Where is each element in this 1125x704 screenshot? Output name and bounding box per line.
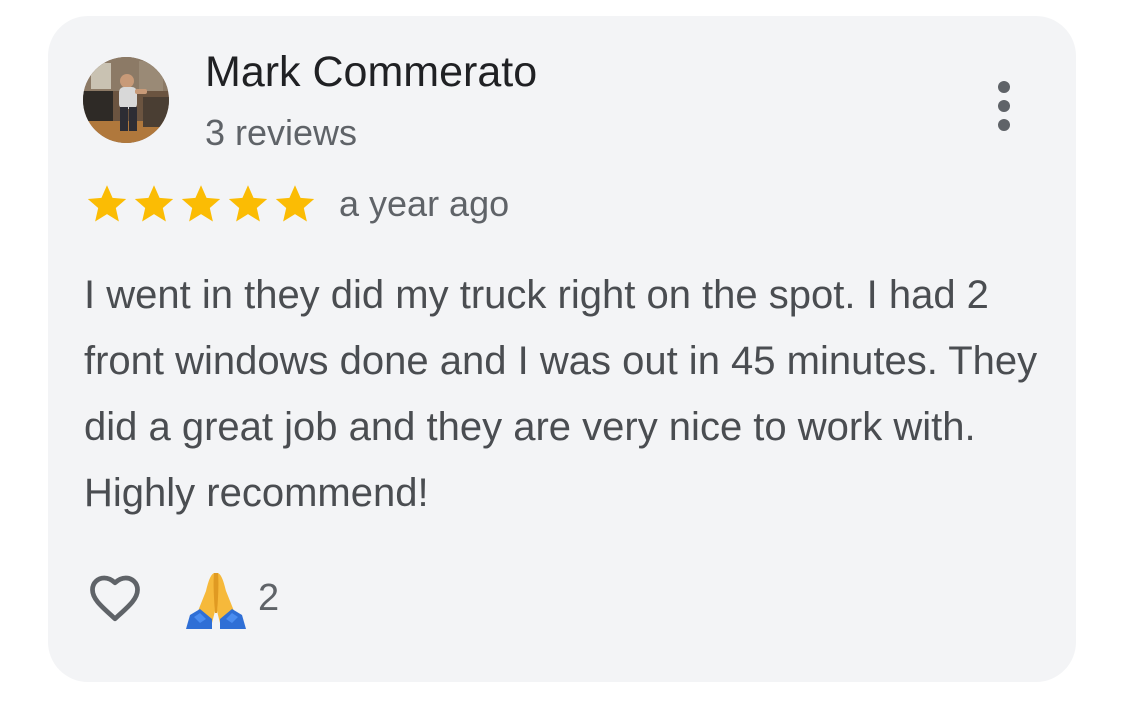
more-options-button[interactable]	[984, 78, 1024, 134]
author-avatar[interactable]	[83, 57, 169, 143]
review-actions: 2	[84, 567, 279, 629]
author-review-count[interactable]: 3 reviews	[205, 112, 357, 154]
rating-row: a year ago	[84, 180, 509, 228]
reaction-count: 2	[258, 576, 280, 619]
star-icon	[178, 181, 224, 227]
heart-outline-icon	[84, 568, 146, 628]
star-icon	[272, 181, 318, 227]
like-button[interactable]	[84, 568, 146, 628]
reaction-button[interactable]: 2	[184, 567, 279, 629]
star-icon	[131, 181, 177, 227]
review-card: Mark Commerato 3 reviews a year ago I we…	[48, 16, 1076, 682]
star-icon	[225, 181, 271, 227]
review-text: I went in they did my truck right on the…	[84, 273, 1038, 515]
star-rating	[84, 181, 319, 227]
review-date: a year ago	[339, 183, 510, 224]
author-name[interactable]: Mark Commerato	[205, 48, 537, 97]
star-icon	[84, 181, 130, 227]
folded-hands-icon	[184, 567, 248, 629]
